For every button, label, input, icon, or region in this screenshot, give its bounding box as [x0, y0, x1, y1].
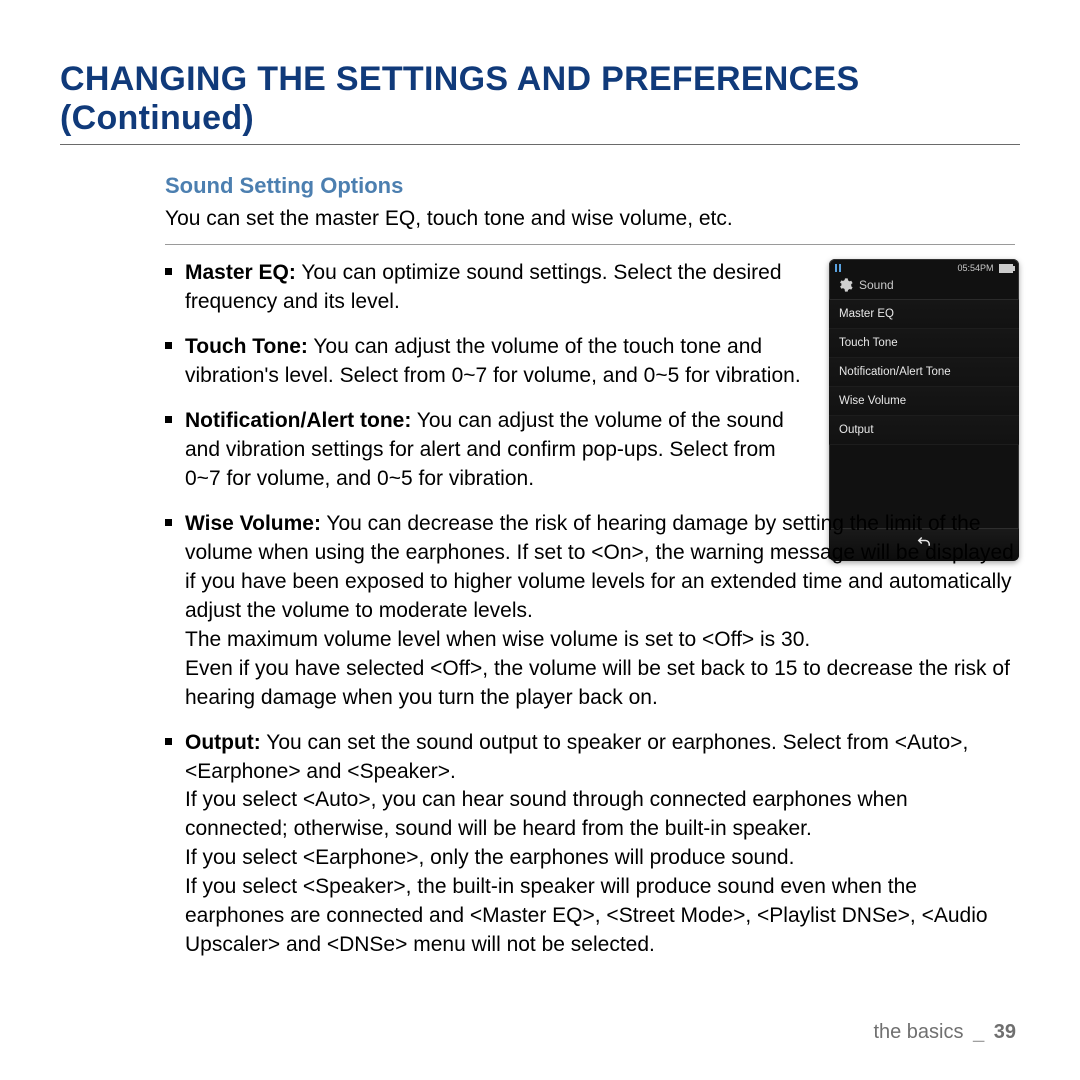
section-intro: You can set the master EQ, touch tone an…: [165, 205, 1015, 234]
bullet-output: Output: You can set the sound output to …: [165, 729, 1015, 961]
page-number: 39: [994, 1021, 1016, 1043]
bullet-label: Output:: [185, 731, 261, 754]
divider: [165, 244, 1015, 245]
page-title: CHANGING THE SETTINGS AND PREFERENCES (C…: [60, 60, 1020, 145]
bullet-text: The maximum volume level when wise volum…: [185, 626, 1015, 655]
bullet-wise-volume: Wise Volume: You can decrease the risk o…: [165, 510, 1015, 713]
bullet-text: If you select <Auto>, you can hear sound…: [185, 786, 1015, 844]
bullet-text: You can set the sound output to speaker …: [185, 731, 968, 783]
bullet-label: Touch Tone:: [185, 335, 308, 358]
bullet-notification: Notification/Alert tone: You can adjust …: [165, 407, 1015, 494]
bullet-label: Wise Volume:: [185, 512, 321, 535]
bullet-master-eq: Master EQ: You can optimize sound settin…: [165, 259, 1015, 317]
bullet-text: If you select <Earphone>, only the earph…: [185, 844, 1015, 873]
bullet-label: Master EQ:: [185, 261, 296, 284]
bullet-text: Even if you have selected <Off>, the vol…: [185, 655, 1015, 713]
footer-separator: _: [973, 1021, 984, 1043]
footer-section: the basics: [873, 1021, 963, 1043]
bullet-text: If you select <Speaker>, the built-in sp…: [185, 873, 1015, 960]
page-footer: the basics _ 39: [873, 1021, 1016, 1044]
bullet-label: Notification/Alert tone:: [185, 409, 411, 432]
section-subtitle: Sound Setting Options: [165, 173, 1015, 199]
bullet-touch-tone: Touch Tone: You can adjust the volume of…: [165, 333, 1015, 391]
